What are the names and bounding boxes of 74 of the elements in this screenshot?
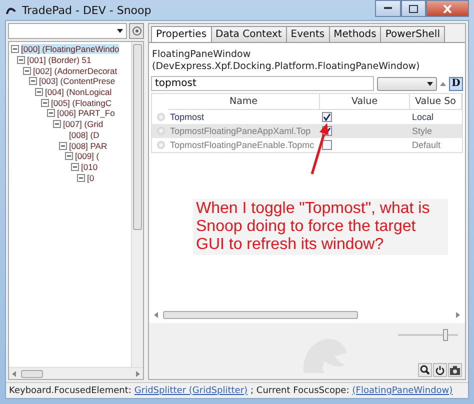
filter-field[interactable]: topmost bbox=[151, 76, 374, 91]
tree-item[interactable]: [007] (Grid bbox=[63, 119, 104, 130]
tree-item[interactable]: [004] (NonLogical bbox=[45, 87, 112, 98]
maximize-icon bbox=[409, 4, 418, 12]
scroll-left-icon[interactable] bbox=[12, 370, 17, 376]
collapse-icon[interactable] bbox=[53, 120, 61, 128]
tree-item[interactable]: [010 bbox=[81, 162, 98, 172]
power-button[interactable] bbox=[433, 363, 447, 377]
tab[interactable]: PowerShell bbox=[380, 26, 445, 42]
collapse-icon[interactable] bbox=[71, 162, 79, 171]
collapse-icon[interactable] bbox=[35, 88, 43, 96]
maximize-button[interactable] bbox=[401, 0, 426, 17]
scroll-left-icon[interactable] bbox=[154, 312, 159, 318]
tree-item[interactable]: [000] (FloatingPaneWindo bbox=[21, 44, 120, 54]
full-type-name: (DevExpress.Xpf.Docking.Platform.FloatingPaneWindow) bbox=[152, 61, 421, 73]
tree-item[interactable]: [008] PAR bbox=[69, 140, 108, 151]
collapse-icon[interactable] bbox=[65, 152, 73, 160]
status-dot-icon bbox=[157, 113, 165, 121]
tab[interactable]: Properties bbox=[151, 26, 212, 42]
tree-item[interactable]: [005] (FloatingC bbox=[51, 98, 112, 108]
status-link[interactable]: GridSplitter (GridSplitter) bbox=[134, 386, 248, 396]
status-dot-icon bbox=[157, 127, 165, 135]
collapse-icon[interactable] bbox=[47, 109, 55, 118]
tree-item[interactable]: [009] ( bbox=[75, 151, 100, 162]
tree-item[interactable]: [001] (Border) 51 bbox=[27, 55, 92, 66]
app-icon bbox=[5, 5, 17, 15]
value-checkbox[interactable] bbox=[322, 140, 332, 150]
tree-item[interactable]: [002] (AdornerDecorat bbox=[33, 66, 118, 76]
collapse-icon[interactable] bbox=[59, 142, 67, 150]
camera-button[interactable] bbox=[448, 363, 462, 377]
scroll-right-icon[interactable] bbox=[135, 370, 140, 376]
collapse-icon[interactable] bbox=[41, 98, 49, 107]
property-name: Topmost bbox=[170, 112, 204, 122]
value-checkbox[interactable] bbox=[322, 112, 332, 122]
target-button[interactable] bbox=[129, 23, 144, 39]
status-text: Keyboard.FocusedElement: bbox=[9, 386, 132, 396]
status-dot-icon bbox=[157, 141, 165, 149]
sort-up-icon[interactable] bbox=[440, 82, 446, 86]
dropdown-arrow-icon bbox=[117, 29, 123, 33]
tree-item[interactable]: [006] PART_Fo bbox=[57, 108, 115, 118]
horizontal-scrollbar[interactable] bbox=[9, 367, 143, 379]
tree-item[interactable]: [008] (D bbox=[69, 130, 100, 140]
search-button[interactable] bbox=[418, 363, 432, 377]
status-text: ; Current FocusScope: bbox=[250, 386, 350, 396]
collapse-icon[interactable] bbox=[77, 174, 85, 182]
value-source: Default bbox=[412, 140, 441, 150]
collapse-icon[interactable] bbox=[29, 77, 37, 86]
vertical-scrollbar[interactable] bbox=[131, 42, 143, 367]
tree-item[interactable]: [003] (ContentPrese bbox=[39, 76, 116, 86]
scroll-thumb[interactable] bbox=[21, 370, 43, 378]
property-name: TopmostFloatingPaneEnable.Topmc bbox=[170, 140, 314, 150]
property-name: TopmostFloatingPaneAppXaml.Top bbox=[170, 126, 311, 136]
collapse-icon[interactable] bbox=[23, 66, 31, 75]
collapse-icon[interactable] bbox=[11, 45, 19, 54]
status-link[interactable]: (FloatingPaneWindow) bbox=[352, 386, 453, 396]
scroll-thumb[interactable] bbox=[163, 311, 358, 319]
tree-item[interactable]: [0 bbox=[87, 172, 94, 183]
annotation-text: When I toggle "Topmost", what is Snoop doing to force the target GUI to refresh its window? bbox=[193, 199, 448, 255]
window-title: TradePad - DEV - Snoop bbox=[22, 4, 152, 16]
default-values-button[interactable]: D bbox=[449, 76, 463, 90]
minimize-button[interactable] bbox=[375, 0, 401, 17]
tab[interactable]: Methods bbox=[328, 26, 382, 42]
tab[interactable]: Data Context bbox=[210, 26, 287, 42]
close-icon bbox=[443, 4, 452, 12]
scroll-right-icon[interactable] bbox=[455, 312, 460, 318]
dropdown-arrow-icon bbox=[427, 82, 433, 86]
tab[interactable]: Events bbox=[286, 26, 330, 42]
value-source: Local bbox=[412, 112, 434, 122]
value-source: Style bbox=[412, 126, 432, 136]
type-name: FloatingPaneWindow bbox=[152, 49, 252, 61]
collapse-icon[interactable] bbox=[17, 56, 25, 64]
close-button[interactable] bbox=[426, 0, 469, 17]
minimize-icon bbox=[384, 7, 392, 10]
filter-dropdown[interactable] bbox=[377, 76, 437, 90]
